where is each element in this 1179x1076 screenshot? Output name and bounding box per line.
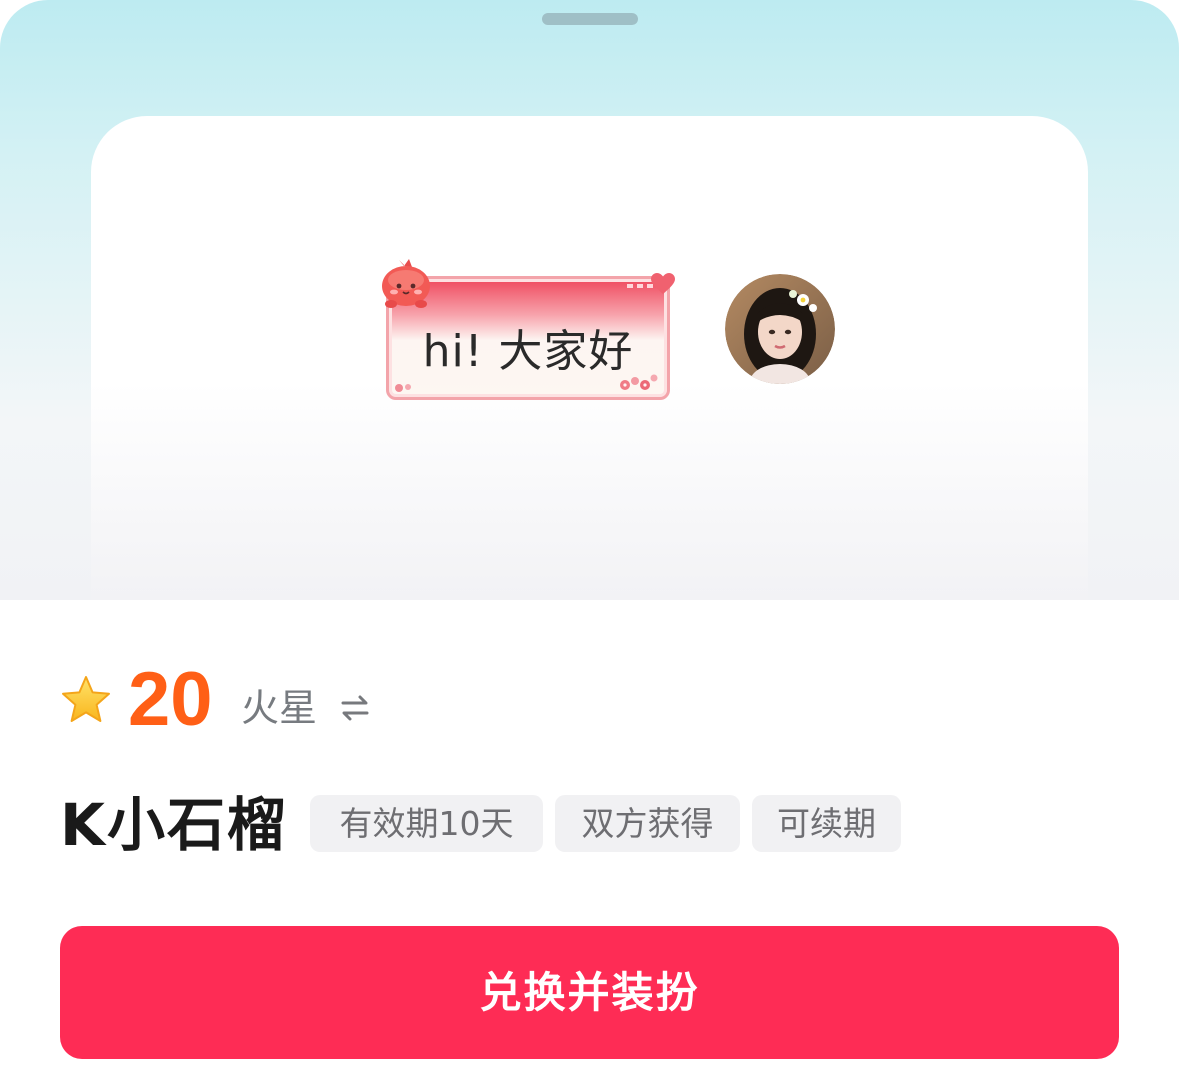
avatar [725,274,835,384]
heart-icon [651,273,675,294]
pomegranate-mascot-icon [382,259,430,308]
star-icon [62,676,110,722]
preview-area: hi! 大家好 [0,0,1179,600]
tag-validity: 有效期10天 [310,795,543,852]
currency-label: 火星 [241,686,318,730]
bubble-decoration [627,284,653,288]
flower-decoration-icon [395,384,411,392]
swap-icon[interactable] [338,691,372,725]
redeem-and-wear-button[interactable]: 兑换并装扮 [60,926,1119,1059]
flower-decoration-icon [620,374,658,390]
tag-renewable: 可续期 [752,795,901,852]
item-name: K小石榴 [60,791,287,859]
drag-handle[interactable] [542,13,638,25]
tag-both-receive: 双方获得 [555,795,740,852]
price-amount: 20 [128,657,213,742]
bottom-sheet: hi! 大家好 20 火星 K小石榴 有效期10天 双方获得 可续期 兑换并装扮 [0,0,1179,1076]
